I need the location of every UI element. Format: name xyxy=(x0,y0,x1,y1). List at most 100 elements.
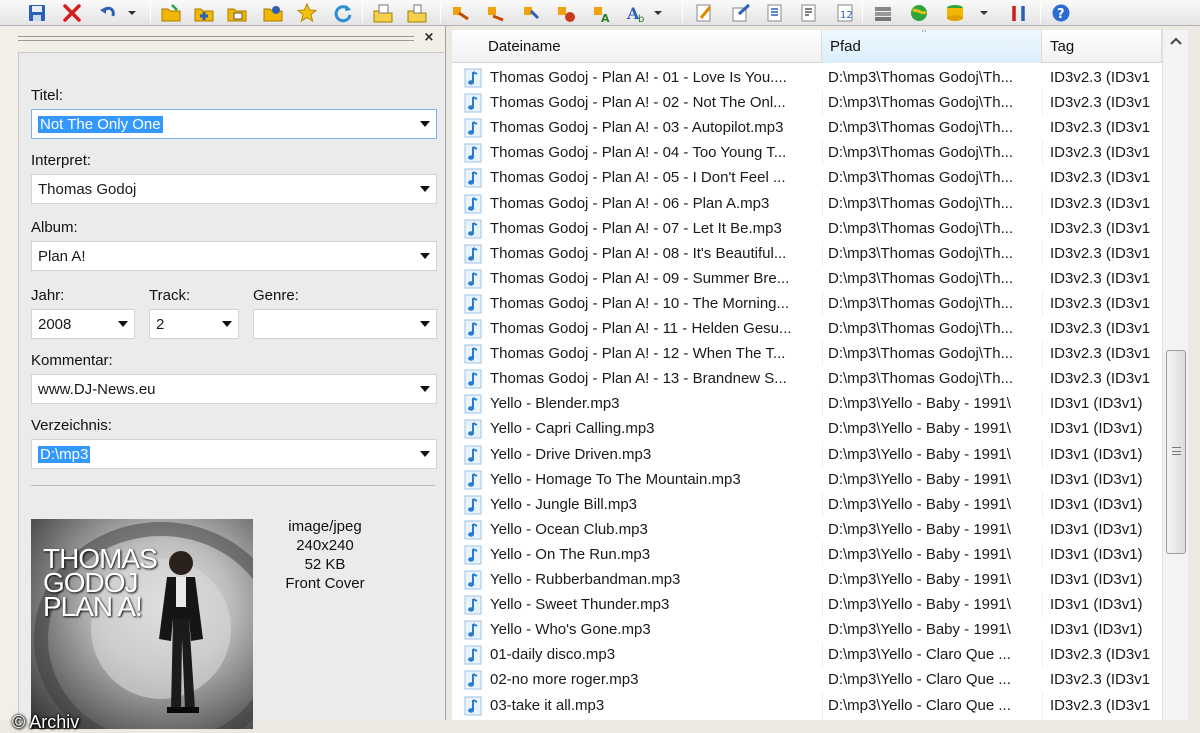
window-edge xyxy=(1188,26,1200,720)
freedb-globe-icon[interactable] xyxy=(908,2,930,24)
open-folder-icon[interactable] xyxy=(160,2,182,24)
folder-export-icon[interactable] xyxy=(372,2,394,24)
file-path-cell: D:\mp3\Thomas Godoj\Th... xyxy=(828,269,1014,287)
tag-panel: × Titel: Not The Only One Interpret: Tho… xyxy=(0,26,446,732)
database-dropdown-icon[interactable] xyxy=(978,4,990,22)
text-tag-icon[interactable]: A xyxy=(591,2,613,24)
list-export-icon[interactable] xyxy=(764,2,786,24)
comment-label: Kommentar: xyxy=(31,352,113,369)
refresh-icon[interactable] xyxy=(332,2,354,24)
genre-combo[interactable] xyxy=(253,309,437,339)
file-row[interactable]: Thomas Godoj - Plan A! - 05 - I Don't Fe… xyxy=(452,165,1162,191)
cover-art-lettering: THOMAS GODOJ PLAN A! xyxy=(43,543,158,622)
save-icon[interactable] xyxy=(26,2,48,24)
column-header-filename[interactable]: Dateiname xyxy=(480,30,822,63)
text-export-icon[interactable] xyxy=(798,2,820,24)
title-combo[interactable]: Not The Only One xyxy=(31,109,437,139)
svg-text:b: b xyxy=(638,14,644,24)
file-row[interactable]: Thomas Godoj - Plan A! - 01 - Love Is Yo… xyxy=(452,65,1162,90)
settings-tools-icon[interactable] xyxy=(1008,2,1030,24)
file-name-cell: Thomas Godoj - Plan A! - 09 - Summer Bre… xyxy=(490,269,790,287)
case-conversion-icon[interactable]: Ab xyxy=(625,2,647,24)
file-name-cell: Yello - Ocean Club.mp3 xyxy=(490,520,648,538)
file-tag-cell: ID3v2.3 (ID3v1 xyxy=(1050,696,1151,714)
file-row[interactable]: Thomas Godoj - Plan A! - 02 - Not The On… xyxy=(452,90,1162,115)
toolbar-separator xyxy=(362,3,363,23)
file-row[interactable]: Yello - Capri Calling.mp3 D:\mp3\Yello - … xyxy=(452,416,1162,442)
delete-icon[interactable] xyxy=(61,2,83,24)
file-row[interactable]: Thomas Godoj - Plan A! - 03 - Autopilot.… xyxy=(452,115,1162,141)
numbering-icon[interactable]: 12 xyxy=(834,2,856,24)
file-row[interactable]: Yello - Ocean Club.mp3 D:\mp3\Yello - Bab… xyxy=(452,516,1162,542)
database-icon[interactable] xyxy=(944,2,966,24)
undo-dropdown-icon[interactable] xyxy=(126,4,138,22)
file-row[interactable]: 02-no more roger.mp3 D:\mp3\Yello - Claro… xyxy=(452,667,1162,693)
file-row[interactable]: Yello - Drive Driven.mp3 D:\mp3\Yello - B… xyxy=(452,442,1162,467)
scroll-up-arrow-icon[interactable] xyxy=(1165,32,1187,52)
filename-to-tag-icon[interactable] xyxy=(521,2,543,24)
folder-image-icon[interactable] xyxy=(262,2,284,24)
file-name-cell: Yello - Homage To The Mountain.mp3 xyxy=(490,470,741,488)
file-row[interactable]: Thomas Godoj - Plan A! - 07 - Let It Be.… xyxy=(452,215,1162,241)
year-combo[interactable]: 2008 xyxy=(31,309,135,339)
column-header-path[interactable]: Pfad ^ xyxy=(822,30,1042,63)
chevron-down-icon[interactable] xyxy=(420,253,430,259)
file-row[interactable]: Yello - Who's Gone.mp3 D:\mp3\Yello - Bab… xyxy=(452,617,1162,643)
artist-combo[interactable]: Thomas Godoj xyxy=(31,174,437,204)
file-row[interactable]: Thomas Godoj - Plan A! - 08 - It's Beaut… xyxy=(452,241,1162,266)
file-row[interactable]: Yello - Rubberbandman.mp3 D:\mp3\Yello - … xyxy=(452,567,1162,592)
music-file-icon xyxy=(464,645,482,665)
edit-icon[interactable] xyxy=(693,2,715,24)
directory-combo[interactable]: D:\mp3 xyxy=(31,439,437,469)
music-file-icon xyxy=(464,570,482,590)
tools-stack-icon[interactable] xyxy=(872,2,894,24)
chevron-down-icon[interactable] xyxy=(420,321,430,327)
file-row[interactable]: Yello - Jungle Bill.mp3 D:\mp3\Yello - Ba… xyxy=(452,492,1162,517)
file-row[interactable]: Yello - Sweet Thunder.mp3 D:\mp3\Yello - … xyxy=(452,592,1162,617)
tag-to-filename-icon[interactable] xyxy=(485,2,507,24)
add-folder-icon[interactable] xyxy=(193,2,215,24)
folder-playlist-icon[interactable] xyxy=(226,2,248,24)
file-row[interactable]: Thomas Godoj - Plan A! - 11 - Helden Ges… xyxy=(452,316,1162,341)
help-icon[interactable]: ? xyxy=(1050,2,1072,24)
track-combo[interactable]: 2 xyxy=(149,309,239,339)
file-row[interactable]: Thomas Godoj - Plan A! - 06 - Plan A.mp3… xyxy=(452,191,1162,216)
comment-combo[interactable]: www.DJ-News.eu xyxy=(31,374,437,404)
undo-icon[interactable] xyxy=(97,2,119,24)
scrollbar-thumb[interactable] xyxy=(1166,350,1186,554)
tag-from-web-icon[interactable] xyxy=(555,2,577,24)
favorites-star-icon[interactable] xyxy=(296,2,318,24)
file-tag-cell: ID3v2.3 (ID3v1 xyxy=(1050,194,1151,212)
close-icon[interactable]: × xyxy=(422,30,436,46)
file-row[interactable]: 03-take it all.mp3 D:\mp3\Yello - Claro Q… xyxy=(452,693,1162,718)
vertical-scrollbar[interactable] xyxy=(1162,30,1188,720)
file-row[interactable]: Thomas Godoj - Plan A! - 10 - The Mornin… xyxy=(452,291,1162,316)
chevron-down-icon[interactable] xyxy=(118,321,128,327)
cover-art-image[interactable]: THOMAS GODOJ PLAN A! xyxy=(31,519,253,729)
chevron-down-icon[interactable] xyxy=(222,321,232,327)
convert-tag-icon[interactable] xyxy=(450,2,472,24)
file-row[interactable]: Thomas Godoj - Plan A! - 09 - Summer Bre… xyxy=(452,265,1162,291)
chevron-down-icon[interactable] xyxy=(420,386,430,392)
file-path-cell: D:\mp3\Thomas Godoj\Th... xyxy=(828,345,1014,363)
album-combo[interactable]: Plan A! xyxy=(31,241,437,271)
folder-lock-icon[interactable] xyxy=(406,2,428,24)
file-path-cell: D:\mp3\Thomas Godoj\Th... xyxy=(828,119,1014,137)
file-row[interactable]: Thomas Godoj - Plan A! - 04 - Too Young … xyxy=(452,140,1162,165)
chevron-down-icon[interactable] xyxy=(420,121,430,127)
music-file-icon xyxy=(464,620,482,640)
file-row[interactable]: Yello - Blender.mp3 D:\mp3\Yello - Baby -… xyxy=(452,391,1162,416)
file-row[interactable]: Yello - Homage To The Mountain.mp3 D:\mp3… xyxy=(452,466,1162,492)
export-icon[interactable] xyxy=(730,2,752,24)
tag-panel-caption[interactable]: × xyxy=(0,28,446,52)
case-conversion-dropdown-icon[interactable] xyxy=(652,4,664,22)
file-row[interactable]: Yello - On The Run.mp3 D:\mp3\Yello - Bab… xyxy=(452,542,1162,567)
column-header-tag[interactable]: Tag xyxy=(1042,30,1162,63)
file-row[interactable]: Thomas Godoj - Plan A! - 12 - When The T… xyxy=(452,341,1162,366)
tag-editor: Titel: Not The Only One Interpret: Thoma… xyxy=(18,52,444,729)
chevron-down-icon[interactable] xyxy=(420,451,430,457)
chevron-down-icon[interactable] xyxy=(420,186,430,192)
title-value: Not The Only One xyxy=(38,116,163,133)
file-row[interactable]: Thomas Godoj - Plan A! - 13 - Brandnew S… xyxy=(452,366,1162,392)
file-row[interactable]: 01-daily disco.mp3 D:\mp3\Yello - Claro Q… xyxy=(452,642,1162,667)
